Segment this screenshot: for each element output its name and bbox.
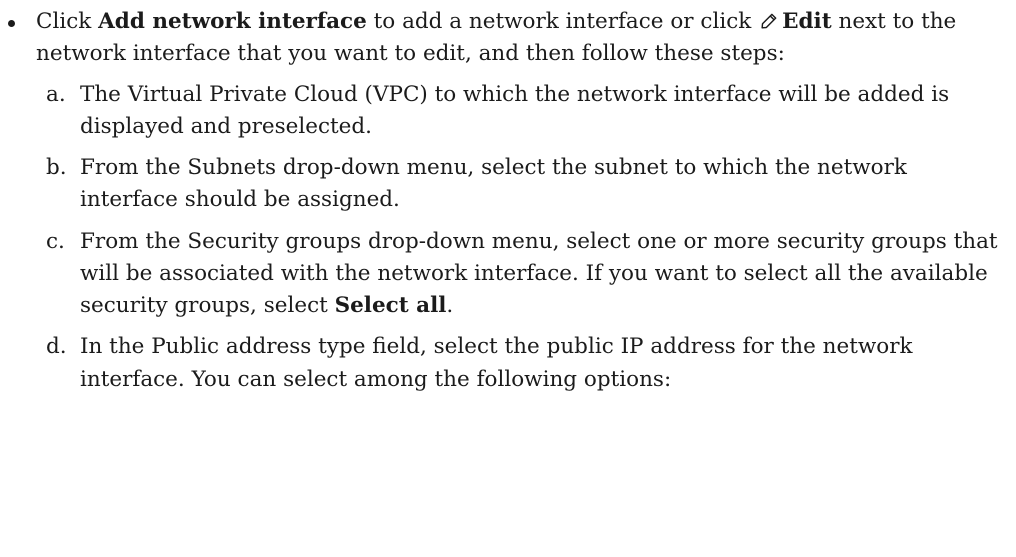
add-network-interface-label: Add network interface [98,9,367,34]
pencil-icon [761,13,777,29]
step-text-end: . [446,293,454,318]
step-marker: b. [46,155,67,180]
intro-mid: to add a network interface or click [366,9,759,34]
step-text: In the Public address type field, select… [80,334,913,392]
step-marker: a. [46,81,66,107]
step-item: d. In the Public address type field, sel… [46,331,1010,396]
step-item: c. From the Security groups drop-down me… [46,226,1010,323]
intro-pre: Click [36,9,99,34]
step-marker: c. [46,228,65,254]
intro-paragraph: Click Add network interface to add a net… [36,6,1010,71]
step-marker: d. [46,334,67,360]
step-item: b. From the Subnets drop-down menu, sele… [46,152,1010,217]
bullet-dot [8,20,15,27]
step-text: From the Security groups drop-down menu,… [80,228,998,319]
bullet-item: Click Add network interface to add a net… [0,6,1016,396]
step-text: From the Subnets drop-down menu, select … [80,155,907,213]
steps-list: a. The Virtual Private Cloud (VPC) to wh… [36,79,1010,396]
step-text: The Virtual Private Cloud (VPC) to which… [80,81,950,139]
select-all-label: Select all [334,293,447,318]
edit-label: Edit [782,9,832,34]
document-body: Click Add network interface to add a net… [0,6,1016,405]
step-item: a. The Virtual Private Cloud (VPC) to wh… [46,79,1010,144]
